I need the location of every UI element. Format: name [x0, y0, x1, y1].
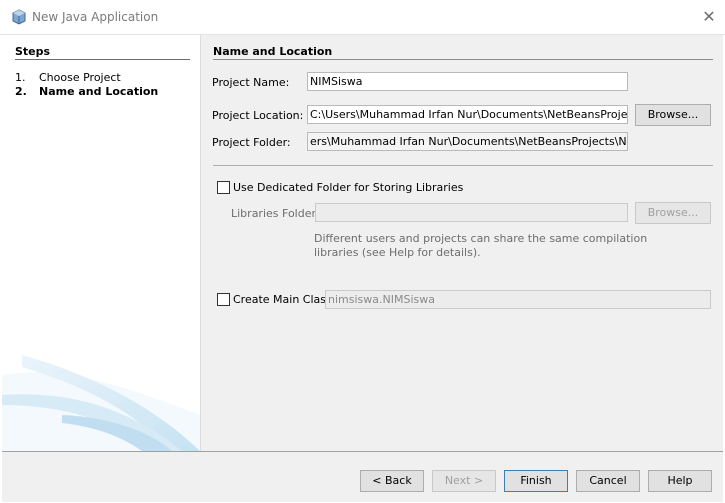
decorative-swoosh-graphic: [2, 355, 200, 451]
title-bar: New Java Application ✕: [0, 0, 725, 35]
libraries-folder-input: [315, 203, 628, 222]
help-button[interactable]: Help: [648, 470, 712, 492]
steps-divider: [15, 59, 190, 60]
project-location-input[interactable]: C:\Users\Muhammad Irfan Nur\Documents\Ne…: [307, 105, 628, 124]
window-title: New Java Application: [32, 10, 159, 24]
next-button: Next >: [432, 470, 496, 492]
main-class-input: nimsiswa.NIMSiswa: [325, 290, 711, 309]
create-main-class-label[interactable]: Create Main Class: [233, 293, 332, 306]
browse-libraries-button: Browse...: [635, 202, 711, 224]
create-main-class-checkbox[interactable]: [217, 293, 230, 306]
divider: [213, 165, 713, 166]
close-icon[interactable]: ✕: [698, 6, 720, 28]
dedicated-folder-checkbox[interactable]: [217, 181, 230, 194]
back-button[interactable]: < Back: [360, 470, 424, 492]
java-cup-icon: [12, 9, 26, 25]
step-choose-project: Choose Project: [39, 71, 121, 84]
libraries-help-line2: libraries (see Help for details).: [314, 246, 481, 259]
section-title: Name and Location: [213, 45, 333, 58]
project-folder-field: ers\Muhammad Irfan Nur\Documents\NetBean…: [307, 132, 628, 151]
finish-button[interactable]: Finish: [504, 470, 568, 492]
project-name-input[interactable]: NIMSiswa: [307, 72, 628, 91]
project-folder-label: Project Folder:: [212, 136, 291, 149]
project-location-label: Project Location:: [212, 109, 304, 122]
step-name-and-location: Name and Location: [39, 85, 159, 98]
steps-heading: Steps: [15, 45, 51, 58]
steps-panel: Steps 1. Choose Project 2. Name and Loca…: [2, 35, 201, 451]
step-number: 1.: [15, 71, 26, 84]
project-name-label: Project Name:: [212, 76, 290, 89]
libraries-help-line1: Different users and projects can share t…: [314, 232, 648, 245]
libraries-folder-label: Libraries Folder:: [231, 207, 320, 220]
content-panel: Name and Location Project Name: NIMSiswa…: [201, 35, 723, 451]
section-divider: [213, 59, 713, 60]
browse-location-button[interactable]: Browse...: [635, 104, 711, 126]
cancel-button[interactable]: Cancel: [576, 470, 640, 492]
dedicated-folder-label[interactable]: Use Dedicated Folder for Storing Librari…: [233, 181, 463, 194]
button-bar: < Back Next > Finish Cancel Help: [2, 451, 723, 502]
step-number: 2.: [15, 85, 27, 98]
